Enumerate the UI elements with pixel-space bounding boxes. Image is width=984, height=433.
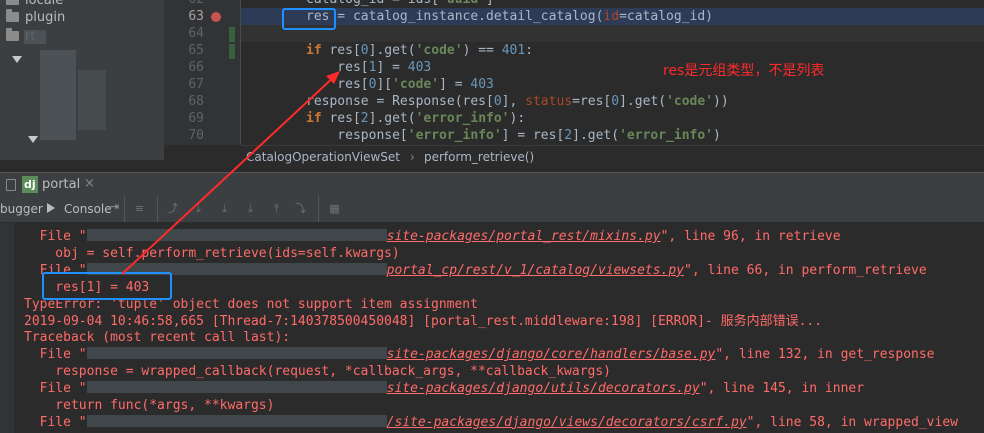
annotation-arrow [121,71,340,275]
annotation-text: res是元组类型，不是列表 [663,63,825,79]
